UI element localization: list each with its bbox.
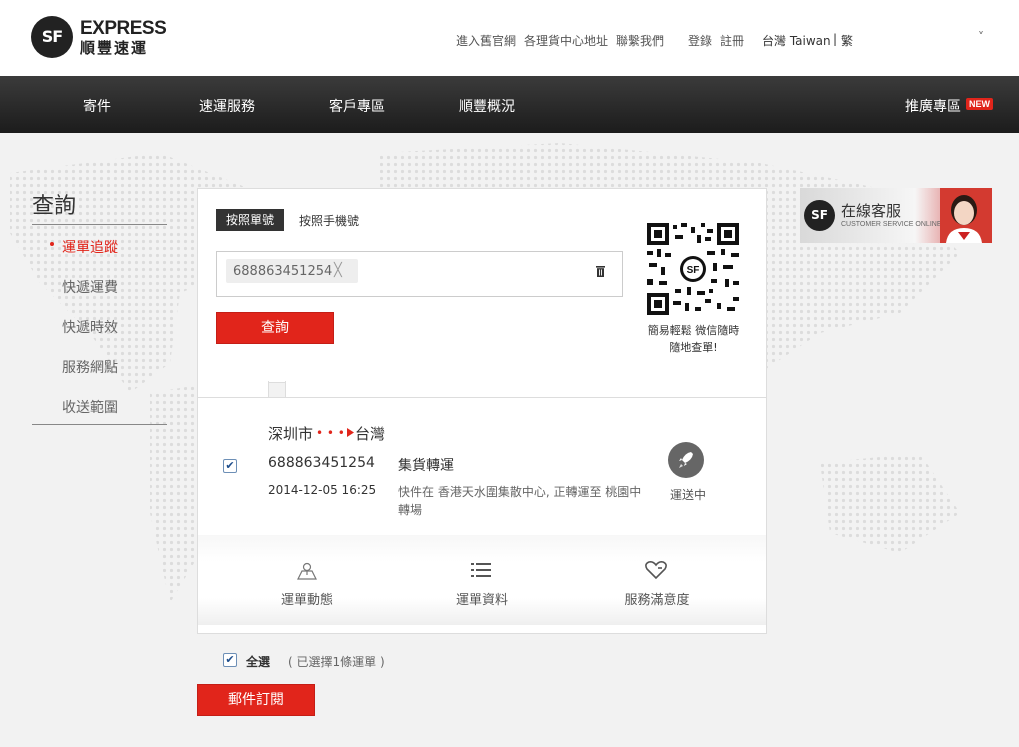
selected-count-text: ( 已選擇1條運單 )	[288, 655, 385, 669]
qr-code-icon: SF	[647, 223, 739, 315]
event-title: 集貨轉運	[398, 458, 454, 474]
chevron-down-icon[interactable]: ˅	[978, 30, 984, 44]
select-all-label[interactable]: 全選	[246, 653, 270, 670]
email-subscribe-button[interactable]: 郵件訂閱	[197, 684, 315, 716]
logo-chinese-text: 順豐速運	[80, 39, 149, 57]
trash-icon[interactable]	[596, 266, 605, 277]
panel-connector-right	[285, 381, 767, 398]
nav-item-promo[interactable]: 推廣專區	[905, 96, 961, 116]
region-separator: |	[833, 32, 838, 46]
event-description-line2: 轉場	[398, 503, 423, 517]
sidebar-item-transit-time[interactable]: 快遞時效	[62, 317, 118, 337]
customer-service-subtitle: CUSTOMER SERVICE ONLINE	[841, 221, 942, 228]
event-description-line1: 快件在 香港天水圍集散中心, 正轉運至 桃園中	[398, 485, 642, 499]
status-label: 運送中	[670, 488, 707, 502]
new-badge: NEW	[966, 98, 993, 110]
list-icon[interactable]	[471, 562, 491, 578]
rocket-icon	[679, 452, 693, 468]
region-selector[interactable]: 台灣 Taiwan	[762, 32, 831, 49]
register-link[interactable]: 註冊	[720, 32, 744, 49]
select-all-checkbox[interactable]: ✔	[223, 653, 237, 667]
map-marker-icon[interactable]	[296, 561, 318, 581]
sidebar-item-tracking[interactable]: 運單追蹤	[62, 237, 118, 257]
old-site-link[interactable]: 進入舊官網	[456, 32, 516, 49]
sf-logo-icon[interactable]: SF	[31, 16, 73, 58]
tab-by-waybill[interactable]: 按照單號	[216, 209, 284, 231]
agent-avatar-icon	[940, 188, 992, 243]
sidebar-bottom-divider	[32, 424, 167, 425]
nav-item-customer[interactable]: 客戶專區	[329, 96, 385, 116]
sidebar-item-service-points[interactable]: 服務網點	[62, 357, 118, 377]
route-dots: • • •	[316, 426, 345, 440]
query-button[interactable]: 查詢	[216, 312, 334, 344]
panel-connector-left	[197, 381, 269, 398]
sidebar-item-coverage[interactable]: 收送範圍	[62, 397, 118, 417]
language-selector[interactable]: 繁	[841, 32, 853, 49]
close-icon[interactable]: ╳	[334, 263, 342, 278]
action-bar-base	[197, 625, 767, 634]
satisfaction-action[interactable]: 服務滿意度	[597, 589, 717, 608]
nav-item-services[interactable]: 速運服務	[199, 96, 255, 116]
destination-city: 台灣	[355, 425, 386, 443]
sidebar-title: 查詢	[32, 194, 77, 219]
tab-by-phone[interactable]: 按照手機號	[299, 212, 359, 229]
login-link[interactable]: 登錄	[688, 32, 712, 49]
waybill-chip-label: 688863451254	[233, 264, 333, 279]
nav-item-about[interactable]: 順豐概況	[459, 96, 515, 116]
waybill-number[interactable]: 688863451254	[268, 455, 375, 471]
result-checkbox[interactable]: ✔	[223, 459, 237, 473]
svg-text:SF: SF	[687, 265, 700, 276]
qr-caption-line2: 隨地查單!	[669, 341, 718, 354]
action-bar	[197, 535, 767, 626]
warehouse-address-link[interactable]: 各理貨中心地址	[524, 32, 608, 49]
waybill-info-action[interactable]: 運單資料	[422, 589, 542, 608]
nav-item-send[interactable]: 寄件	[83, 96, 111, 116]
origin-city: 深圳市	[268, 425, 314, 443]
qr-caption-line1: 簡易輕鬆 微信隨時	[647, 324, 740, 337]
event-time: 2014-12-05 16:25	[268, 483, 377, 497]
waybill-dynamic-action[interactable]: 運單動態	[247, 589, 367, 608]
active-indicator-dot	[50, 242, 54, 246]
sf-logo-icon: SF	[804, 200, 835, 231]
sidebar-item-rates[interactable]: 快遞運費	[62, 277, 118, 297]
heart-icon[interactable]	[645, 560, 667, 580]
route-arrow-icon	[347, 428, 354, 437]
customer-service-title: 在線客服	[841, 202, 902, 220]
sidebar-title-divider	[32, 224, 167, 225]
contact-us-link[interactable]: 聯繫我們	[616, 32, 664, 49]
